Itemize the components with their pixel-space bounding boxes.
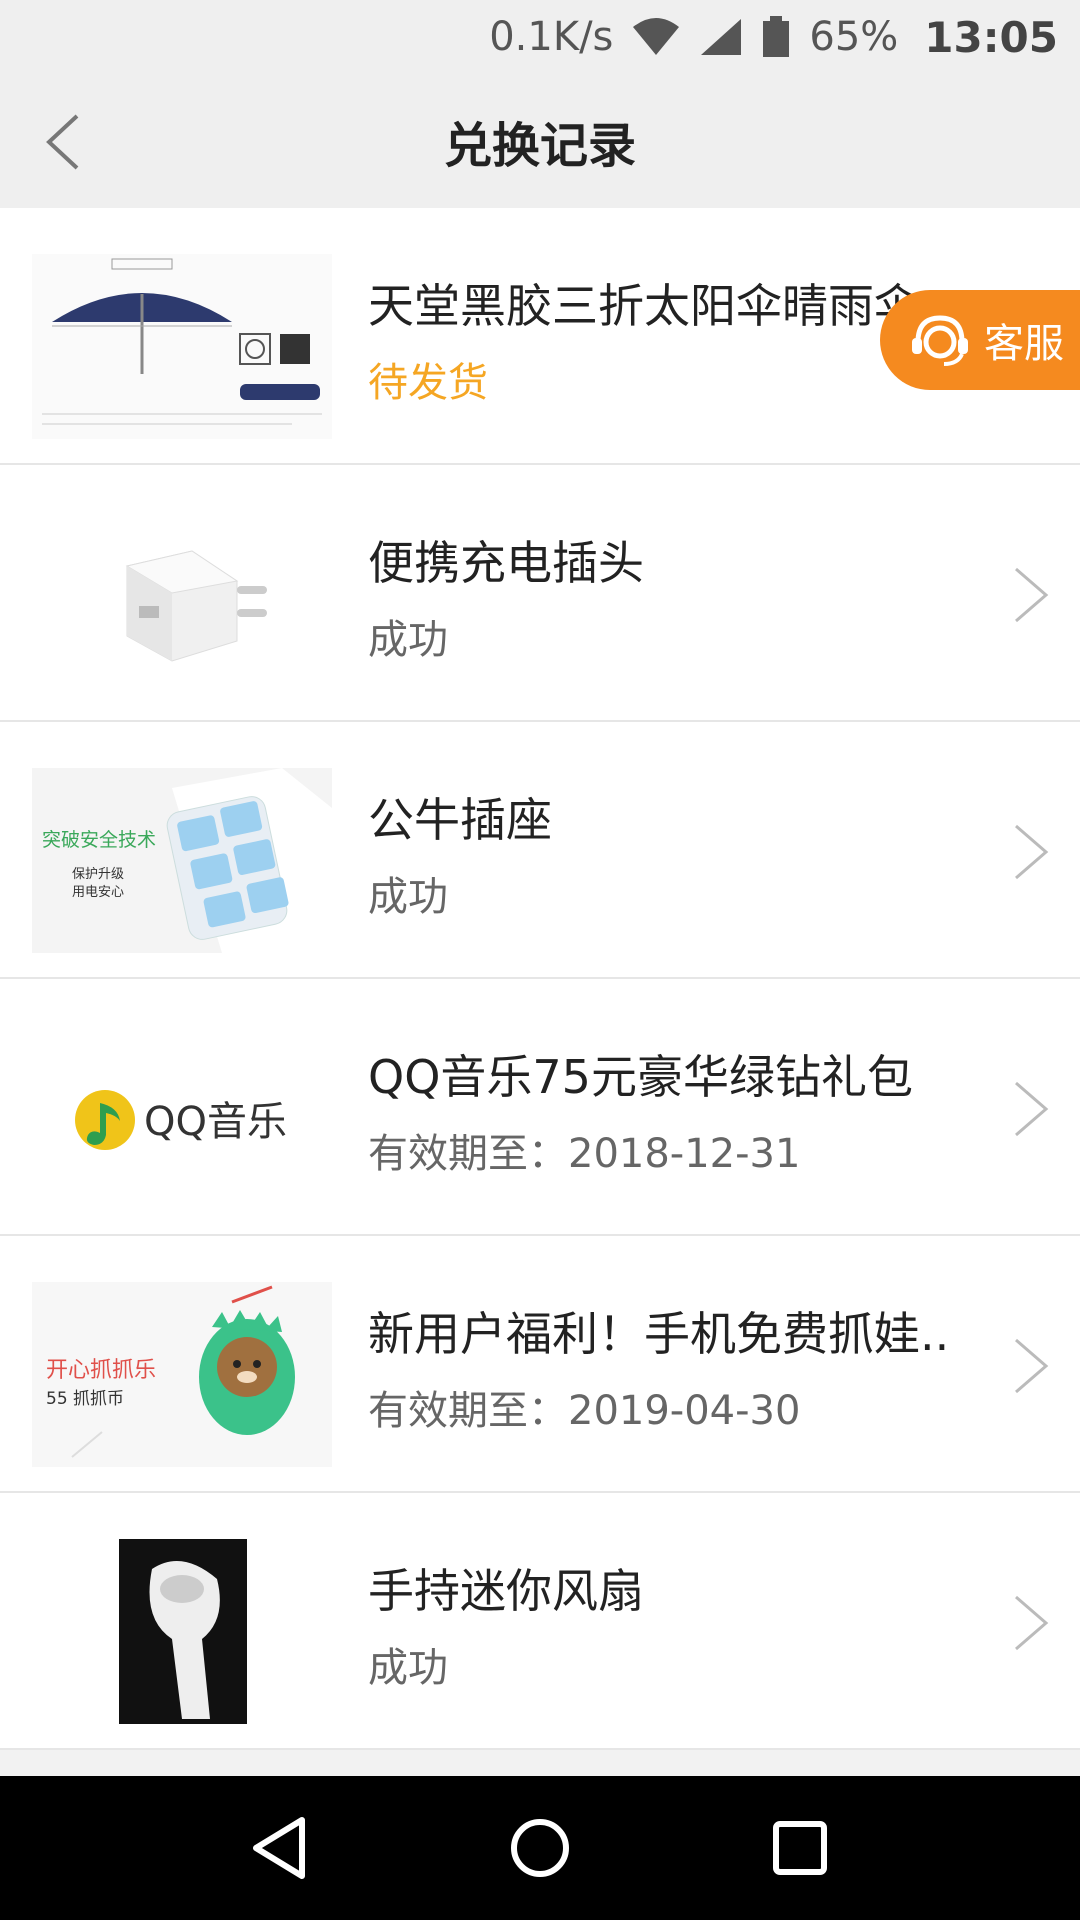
thumb-text: 突破安全技术 [42, 829, 156, 851]
item-name: 新用户福利！手机免费抓娃.. [368, 1307, 950, 1361]
item-name: 便携充电插头 [368, 536, 644, 590]
item-name: 公牛插座 [368, 793, 552, 847]
headset-icon [912, 315, 968, 366]
qq-music-thumbnail: QQ音乐 [32, 1025, 332, 1210]
mini-fan-thumbnail [32, 1539, 332, 1724]
item-status: 成功 [368, 617, 448, 663]
record-list: 天堂黑胶三折太阳伞晴雨伞 待发货 便携充电插头 成功 突破安全技术 保护升级 用… [0, 208, 1080, 1750]
claw-machine-thumbnail: 开心抓抓乐 55 抓抓币 [32, 1282, 332, 1467]
chevron-right-icon [1015, 1338, 1049, 1394]
thumb-text: 55 抓抓币 [46, 1389, 124, 1409]
chevron-left-icon [46, 114, 79, 170]
record-item-power-strip[interactable]: 突破安全技术 保护升级 用电安心 公牛插座 成功 [0, 722, 1080, 979]
thumb-text: 保护升级 [72, 867, 124, 882]
network-speed: 0.1K/s [489, 14, 614, 60]
umbrella-thumbnail [32, 254, 332, 439]
nav-recents-button[interactable] [760, 1808, 840, 1888]
status-bar: 0.1K/s 65% 13:05 [0, 0, 1080, 74]
title-bar: 兑换记录 [0, 74, 1080, 208]
item-status: 成功 [368, 1645, 448, 1691]
item-status: 有效期至：2019-04-30 [368, 1388, 801, 1434]
chevron-right-icon [1015, 824, 1049, 880]
chevron-right-icon [1015, 567, 1049, 623]
customer-service-label: 客服 [984, 321, 1064, 367]
record-item-qq-music[interactable]: QQ音乐 QQ音乐75元豪华绿钻礼包 有效期至：2018-12-31 [0, 979, 1080, 1236]
item-status: 成功 [368, 874, 448, 920]
thumb-text: QQ音乐 [144, 1099, 287, 1145]
nav-back-button[interactable] [240, 1808, 320, 1888]
page-title: 兑换记录 [443, 118, 636, 174]
item-name: QQ音乐75元豪华绿钻礼包 [368, 1050, 913, 1104]
triangle-back-icon [253, 1817, 305, 1879]
record-item-charger[interactable]: 便携充电插头 成功 [0, 465, 1080, 722]
thumb-text: 开心抓抓乐 [46, 1358, 156, 1383]
battery-icon [761, 16, 791, 58]
item-status: 待发货 [368, 360, 488, 406]
item-name: 手持迷你风扇 [368, 1564, 644, 1618]
nav-home-button[interactable] [500, 1808, 580, 1888]
clock: 13:05 [924, 12, 1058, 62]
chevron-right-icon [1015, 1595, 1049, 1651]
system-navigation-bar [0, 1776, 1080, 1920]
power-strip-thumbnail: 突破安全技术 保护升级 用电安心 [32, 768, 332, 953]
charger-thumbnail [32, 511, 332, 696]
circle-home-icon [511, 1819, 569, 1877]
signal-icon [699, 17, 743, 57]
customer-service-button[interactable]: 客服 [880, 290, 1080, 390]
chevron-right-icon [1015, 1081, 1049, 1137]
wifi-icon [631, 17, 681, 57]
back-button[interactable] [28, 107, 98, 177]
battery-level: 65% [809, 14, 899, 60]
square-recents-icon [773, 1821, 827, 1875]
thumb-text: 用电安心 [72, 885, 124, 900]
record-item-claw-machine[interactable]: 开心抓抓乐 55 抓抓币 新用户福利！手机免费抓娃.. 有效期至：2019-04… [0, 1236, 1080, 1493]
item-name: 天堂黑胶三折太阳伞晴雨伞 [368, 279, 920, 333]
record-item-mini-fan[interactable]: 手持迷你风扇 成功 [0, 1493, 1080, 1750]
item-status: 有效期至：2018-12-31 [368, 1131, 801, 1177]
